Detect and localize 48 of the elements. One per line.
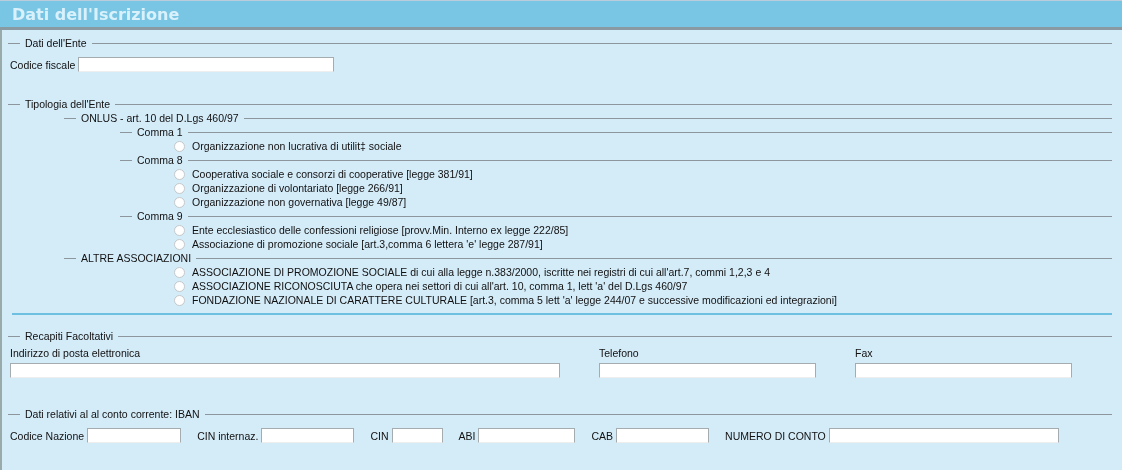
text-field[interactable]: [855, 363, 1072, 378]
radio-button[interactable]: [174, 140, 185, 152]
text-field[interactable]: [87, 428, 182, 443]
radio-button[interactable]: [174, 266, 185, 278]
text-field[interactable]: [478, 428, 576, 443]
text-field[interactable]: [391, 428, 443, 443]
text-field[interactable]: [828, 428, 1059, 443]
field-label: ABI: [458, 429, 476, 442]
text-field[interactable]: [261, 428, 355, 443]
subgroup-legend: Comma 8: [137, 154, 183, 166]
section-legend: Recapiti Facoltativi: [25, 330, 114, 342]
field-label: CAB: [591, 429, 614, 442]
field-label: NUMERO DI CONTO: [725, 429, 826, 442]
text-field[interactable]: [599, 363, 816, 378]
option-label: Organizzazione di volontariato [legge 266/91]: [192, 182, 403, 194]
field-label: Indirizzo di posta elettronica: [10, 347, 142, 359]
radio-button[interactable]: [174, 182, 185, 194]
subgroup-legend: Comma 1: [137, 126, 183, 138]
codice-fiscale-field[interactable]: [78, 57, 335, 72]
radio-button[interactable]: [174, 280, 185, 292]
page-title: Dati dell'Iscrizione: [12, 4, 180, 24]
subgroup-legend: Comma 9: [137, 210, 183, 222]
option-label: FONDAZIONE NAZIONALE DI CARATTERE CULTURALE [art.3, comma 5 lett 'a' legge 244/07 e successive modificazioni ed integrazioni]: [192, 294, 837, 306]
section-legend: Dati dell'Ente: [25, 37, 87, 49]
radio-button[interactable]: [174, 196, 185, 208]
radio-button[interactable]: [174, 168, 185, 180]
option-label: Cooperativa sociale e consorzi di cooperative [legge 381/91]: [192, 168, 473, 180]
text-field[interactable]: [10, 363, 560, 378]
section-legend: Tipologia dell'Ente: [25, 98, 111, 110]
field-label: CIN: [370, 429, 389, 442]
field-label: Codice fiscale: [10, 58, 76, 71]
radio-button[interactable]: [174, 238, 185, 250]
option-label: ASSOCIAZIONE DI PROMOZIONE SOCIALE di cui alla legge n.383/2000, iscritte nei registri di cui all'art.7, commi 1,2,3 e 4: [192, 266, 770, 278]
field-label: Telefono: [599, 347, 640, 359]
radio-button[interactable]: [174, 294, 185, 306]
option-label: Ente ecclesiastico delle confessioni religiose [provv.Min. Interno ex legge 222/85]: [192, 224, 569, 236]
group-legend: ONLUS - art. 10 del D.Lgs 460/97: [81, 112, 239, 124]
option-label: Organizzazione non lucrativa di utilit‡ sociale: [192, 140, 402, 152]
section-legend: Dati relativi al al conto corrente: IBAN: [25, 408, 200, 420]
field-label: Fax: [855, 347, 874, 359]
option-label: ASSOCIAZIONE RICONOSCIUTA che opera nei settori di cui all'art. 10, comma 1, lett 'a' del D.Lgs 460/97: [192, 280, 688, 292]
text-field[interactable]: [616, 428, 710, 443]
field-label: Codice Nazione: [10, 429, 85, 442]
option-label: Associazione di promozione sociale [art.3,comma 6 lettera 'e' legge 287/91]: [192, 238, 543, 250]
radio-button[interactable]: [174, 224, 185, 236]
option-label: Organizzazione non governativa [legge 49/87]: [192, 196, 407, 208]
group-legend: ALTRE ASSOCIAZIONI: [81, 252, 192, 264]
field-label: CIN internaz.: [197, 429, 259, 442]
